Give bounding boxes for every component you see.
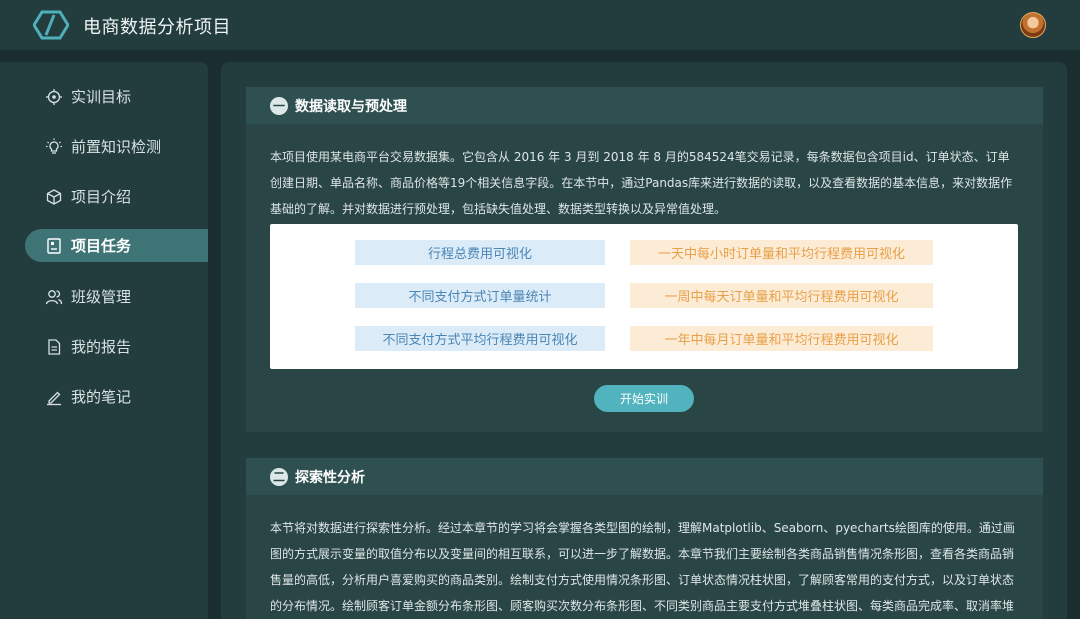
sidebar-item-label: 班级管理 [71,288,132,306]
section-title: 探索性分析 [295,469,365,486]
section-number-badge: 二 [270,467,288,486]
sidebar-item-label: 我的笔记 [71,388,132,406]
sidebar: 实训目标 前置知识检测 项目介绍 项目任务 班级管理 我的报告 我的笔记 [0,62,208,619]
top-bar: 电商数据分析项目 [0,0,1080,50]
task-list-box: 行程总费用可视化 一天中每小时订单量和平均行程费用可视化 不同支付方式订单量统计… [270,224,1018,369]
section-description: 本项目使用某电商平台交易数据集。它包含从 2016 年 3 月到 2018 年 … [270,150,1013,216]
task-doc-icon [45,237,63,255]
users-icon [45,288,63,306]
section-description: 本节将对数据进行探索性分析。经过本章节的学习将会掌握各类型图的绘制，理解Matp… [270,521,1015,613]
section-title: 数据读取与预处理 [295,98,407,115]
section-header: 一 数据读取与预处理 [246,87,1043,124]
section-card-data-preprocessing: 一 数据读取与预处理 本项目使用某电商平台交易数据集。它包含从 2016 年 3… [246,87,1043,432]
avatar[interactable] [1020,12,1046,38]
sidebar-item-my-report[interactable]: 我的报告 [25,330,208,363]
sidebar-item-my-notes[interactable]: 我的笔记 [25,380,208,413]
task-link[interactable]: 不同支付方式平均行程费用可视化 [355,326,605,351]
cube-icon [45,188,63,206]
report-icon [45,338,63,356]
section-number-badge: 一 [270,96,288,115]
sidebar-item-training-goal[interactable]: 实训目标 [25,80,208,113]
sidebar-item-label: 实训目标 [71,88,132,106]
task-link[interactable]: 一天中每小时订单量和平均行程费用可视化 [630,240,933,265]
sidebar-item-project-tasks[interactable]: 项目任务 [25,229,208,262]
sidebar-item-prerequisite-check[interactable]: 前置知识检测 [25,130,208,163]
sidebar-item-label: 项目任务 [71,237,132,255]
app-title: 电商数据分析项目 [83,17,231,38]
main-panel: 一 数据读取与预处理 本项目使用某电商平台交易数据集。它包含从 2016 年 3… [221,62,1067,619]
start-training-button[interactable]: 开始实训 [594,385,694,412]
logo-icon [32,10,70,40]
sidebar-item-label: 前置知识检测 [71,138,162,156]
section-header: 二 探索性分析 [246,458,1043,495]
sidebar-item-label: 我的报告 [71,338,132,356]
task-link[interactable]: 行程总费用可视化 [355,240,605,265]
target-icon [45,88,63,106]
sidebar-item-class-management[interactable]: 班级管理 [25,280,208,313]
sidebar-item-project-intro[interactable]: 项目介绍 [25,180,208,213]
task-link[interactable]: 一年中每月订单量和平均行程费用可视化 [630,326,933,351]
pen-icon [45,388,63,406]
sidebar-item-label: 项目介绍 [71,188,132,206]
task-link[interactable]: 不同支付方式订单量统计 [355,283,605,308]
lightbulb-icon [45,138,63,156]
task-link[interactable]: 一周中每天订单量和平均行程费用可视化 [630,283,933,308]
section-card-exploratory-analysis: 二 探索性分析 本节将对数据进行探索性分析。经过本章节的学习将会掌握各类型图的绘… [246,458,1043,619]
